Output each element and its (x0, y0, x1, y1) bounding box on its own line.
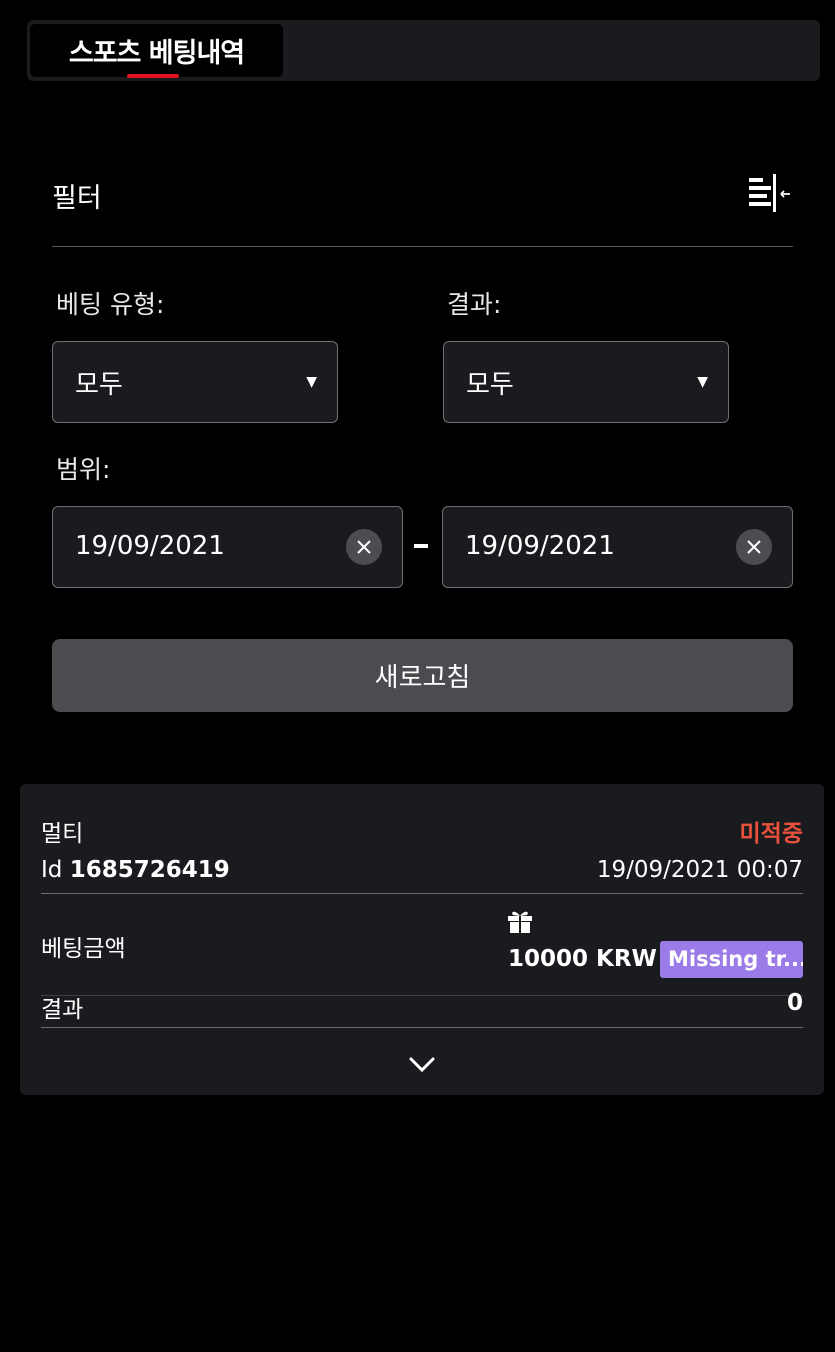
filter-collapse-icon[interactable] (749, 174, 793, 214)
range-separator (414, 544, 428, 548)
stake-label: 베팅금액 (41, 936, 126, 962)
caret-down-icon: ▼ (697, 374, 708, 390)
date-from-value: 19/09/2021 (75, 531, 225, 561)
result-value: 모두 (466, 370, 514, 400)
refresh-button[interactable]: 새로고침 (52, 639, 793, 712)
date-from-input[interactable]: 19/09/2021 (52, 506, 403, 588)
result-row-label: 결과 (41, 997, 84, 1023)
bet-card: 멀티 미적중 Id 1685726419 19/09/2021 00:07 베팅… (20, 784, 824, 1095)
tab-sports-bet-history[interactable]: 스포츠 베팅내역 (30, 24, 283, 78)
result-row-value: 0 (786, 990, 803, 1016)
bet-id: 1685726419 (69, 857, 230, 883)
caret-down-icon: ▼ (306, 374, 317, 390)
bet-type-select[interactable]: 모두 ▼ (52, 341, 338, 423)
tab-label: 스포츠 베팅내역 (68, 38, 245, 69)
bet-id-row: Id 1685726419 (41, 857, 230, 883)
tab-bar: 스포츠 베팅내역 (27, 20, 820, 81)
divider (41, 893, 803, 894)
bet-type-value: 모두 (75, 370, 123, 400)
filter-title: 필터 (52, 183, 102, 214)
gift-icon (508, 911, 532, 933)
bet-datetime: 19/09/2021 00:07 (596, 857, 803, 883)
bet-id-prefix: Id (41, 857, 63, 883)
result-label: 결과: (447, 290, 502, 319)
chevron-down-icon[interactable] (408, 1056, 436, 1074)
range-label: 범위: (56, 455, 111, 484)
date-to-input[interactable]: 19/09/2021 (442, 506, 793, 588)
bet-type: 멀티 (41, 821, 84, 847)
clear-date-to-button[interactable] (736, 529, 772, 565)
stake-amount: 10000 KRW (508, 946, 657, 972)
date-to-value: 19/09/2021 (465, 531, 615, 561)
divider (41, 995, 803, 996)
bet-status: 미적중 (739, 821, 803, 847)
bonus-badge: Missing tr... (660, 941, 803, 978)
clear-date-from-button[interactable] (346, 529, 382, 565)
divider (41, 1027, 803, 1028)
filter-header: 필터 (52, 160, 793, 247)
result-select[interactable]: 모두 ▼ (443, 341, 729, 423)
close-icon (357, 540, 371, 554)
tab-active-indicator (127, 74, 179, 78)
close-icon (747, 540, 761, 554)
bet-type-label: 베팅 유형: (56, 290, 165, 319)
